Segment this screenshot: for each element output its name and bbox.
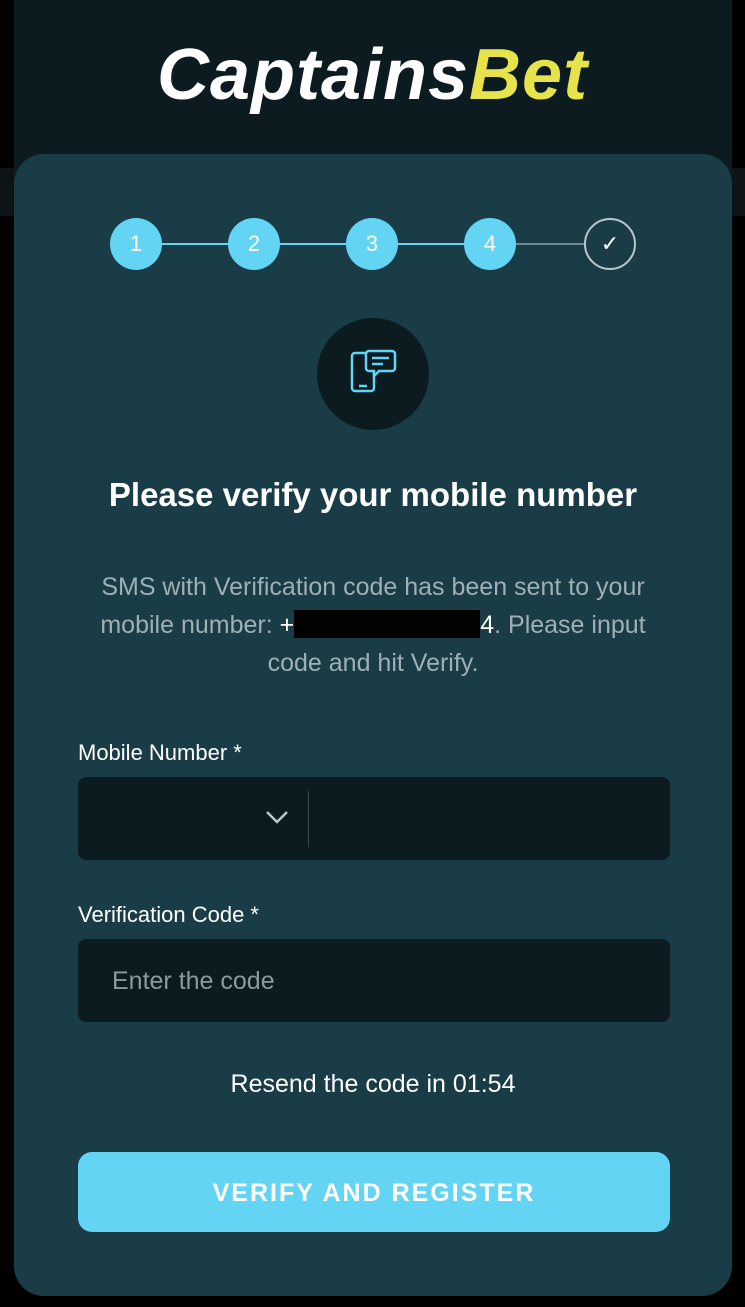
logo-text-captains: Captains (156, 35, 470, 115)
resend-countdown: Resend the code in 01:54 (230, 1070, 516, 1098)
step-connector (162, 243, 228, 245)
country-code-select[interactable] (78, 777, 308, 860)
step-complete-check-icon: ✓ (584, 218, 636, 270)
captainsbet-logo[interactable]: CaptainsBet (0, 30, 745, 120)
registration-stepper: 1 2 3 4 ✓ (110, 218, 636, 270)
step-connector (280, 243, 346, 245)
field-divider (308, 791, 309, 847)
masked-number-start: + (279, 611, 295, 639)
step-connector (398, 243, 464, 245)
step-3: 3 (346, 218, 398, 270)
verification-card: 1 2 3 4 ✓ Please verify your mobile numb… (14, 154, 732, 1296)
redacted-number (294, 610, 481, 638)
verify-and-register-button[interactable]: VERIFY AND REGISTER (78, 1152, 670, 1232)
step-connector (516, 243, 584, 245)
logo-text-bet: Bet (469, 35, 589, 115)
step-4: 4 (464, 218, 516, 270)
chevron-down-icon (266, 811, 288, 824)
mobile-number-input[interactable] (318, 777, 668, 862)
phone-sms-icon (350, 349, 397, 393)
verification-code-field (78, 939, 670, 1024)
masked-number-end: 4 (480, 611, 495, 639)
verification-code-input[interactable] (110, 939, 654, 1024)
phone-sms-icon-circle (317, 318, 429, 430)
verification-code-label: Verification Code * (78, 902, 259, 927)
page-title: Please verify your mobile number (108, 476, 638, 513)
step-1: 1 (110, 218, 162, 270)
sms-sent-description: SMS with Verification code has been sent… (74, 568, 672, 682)
page: CaptainsBet 1 2 3 4 ✓ Please verify your… (0, 0, 745, 1307)
mobile-number-field (78, 777, 670, 862)
step-2: 2 (228, 218, 280, 270)
mobile-number-label: Mobile Number * (78, 740, 242, 765)
